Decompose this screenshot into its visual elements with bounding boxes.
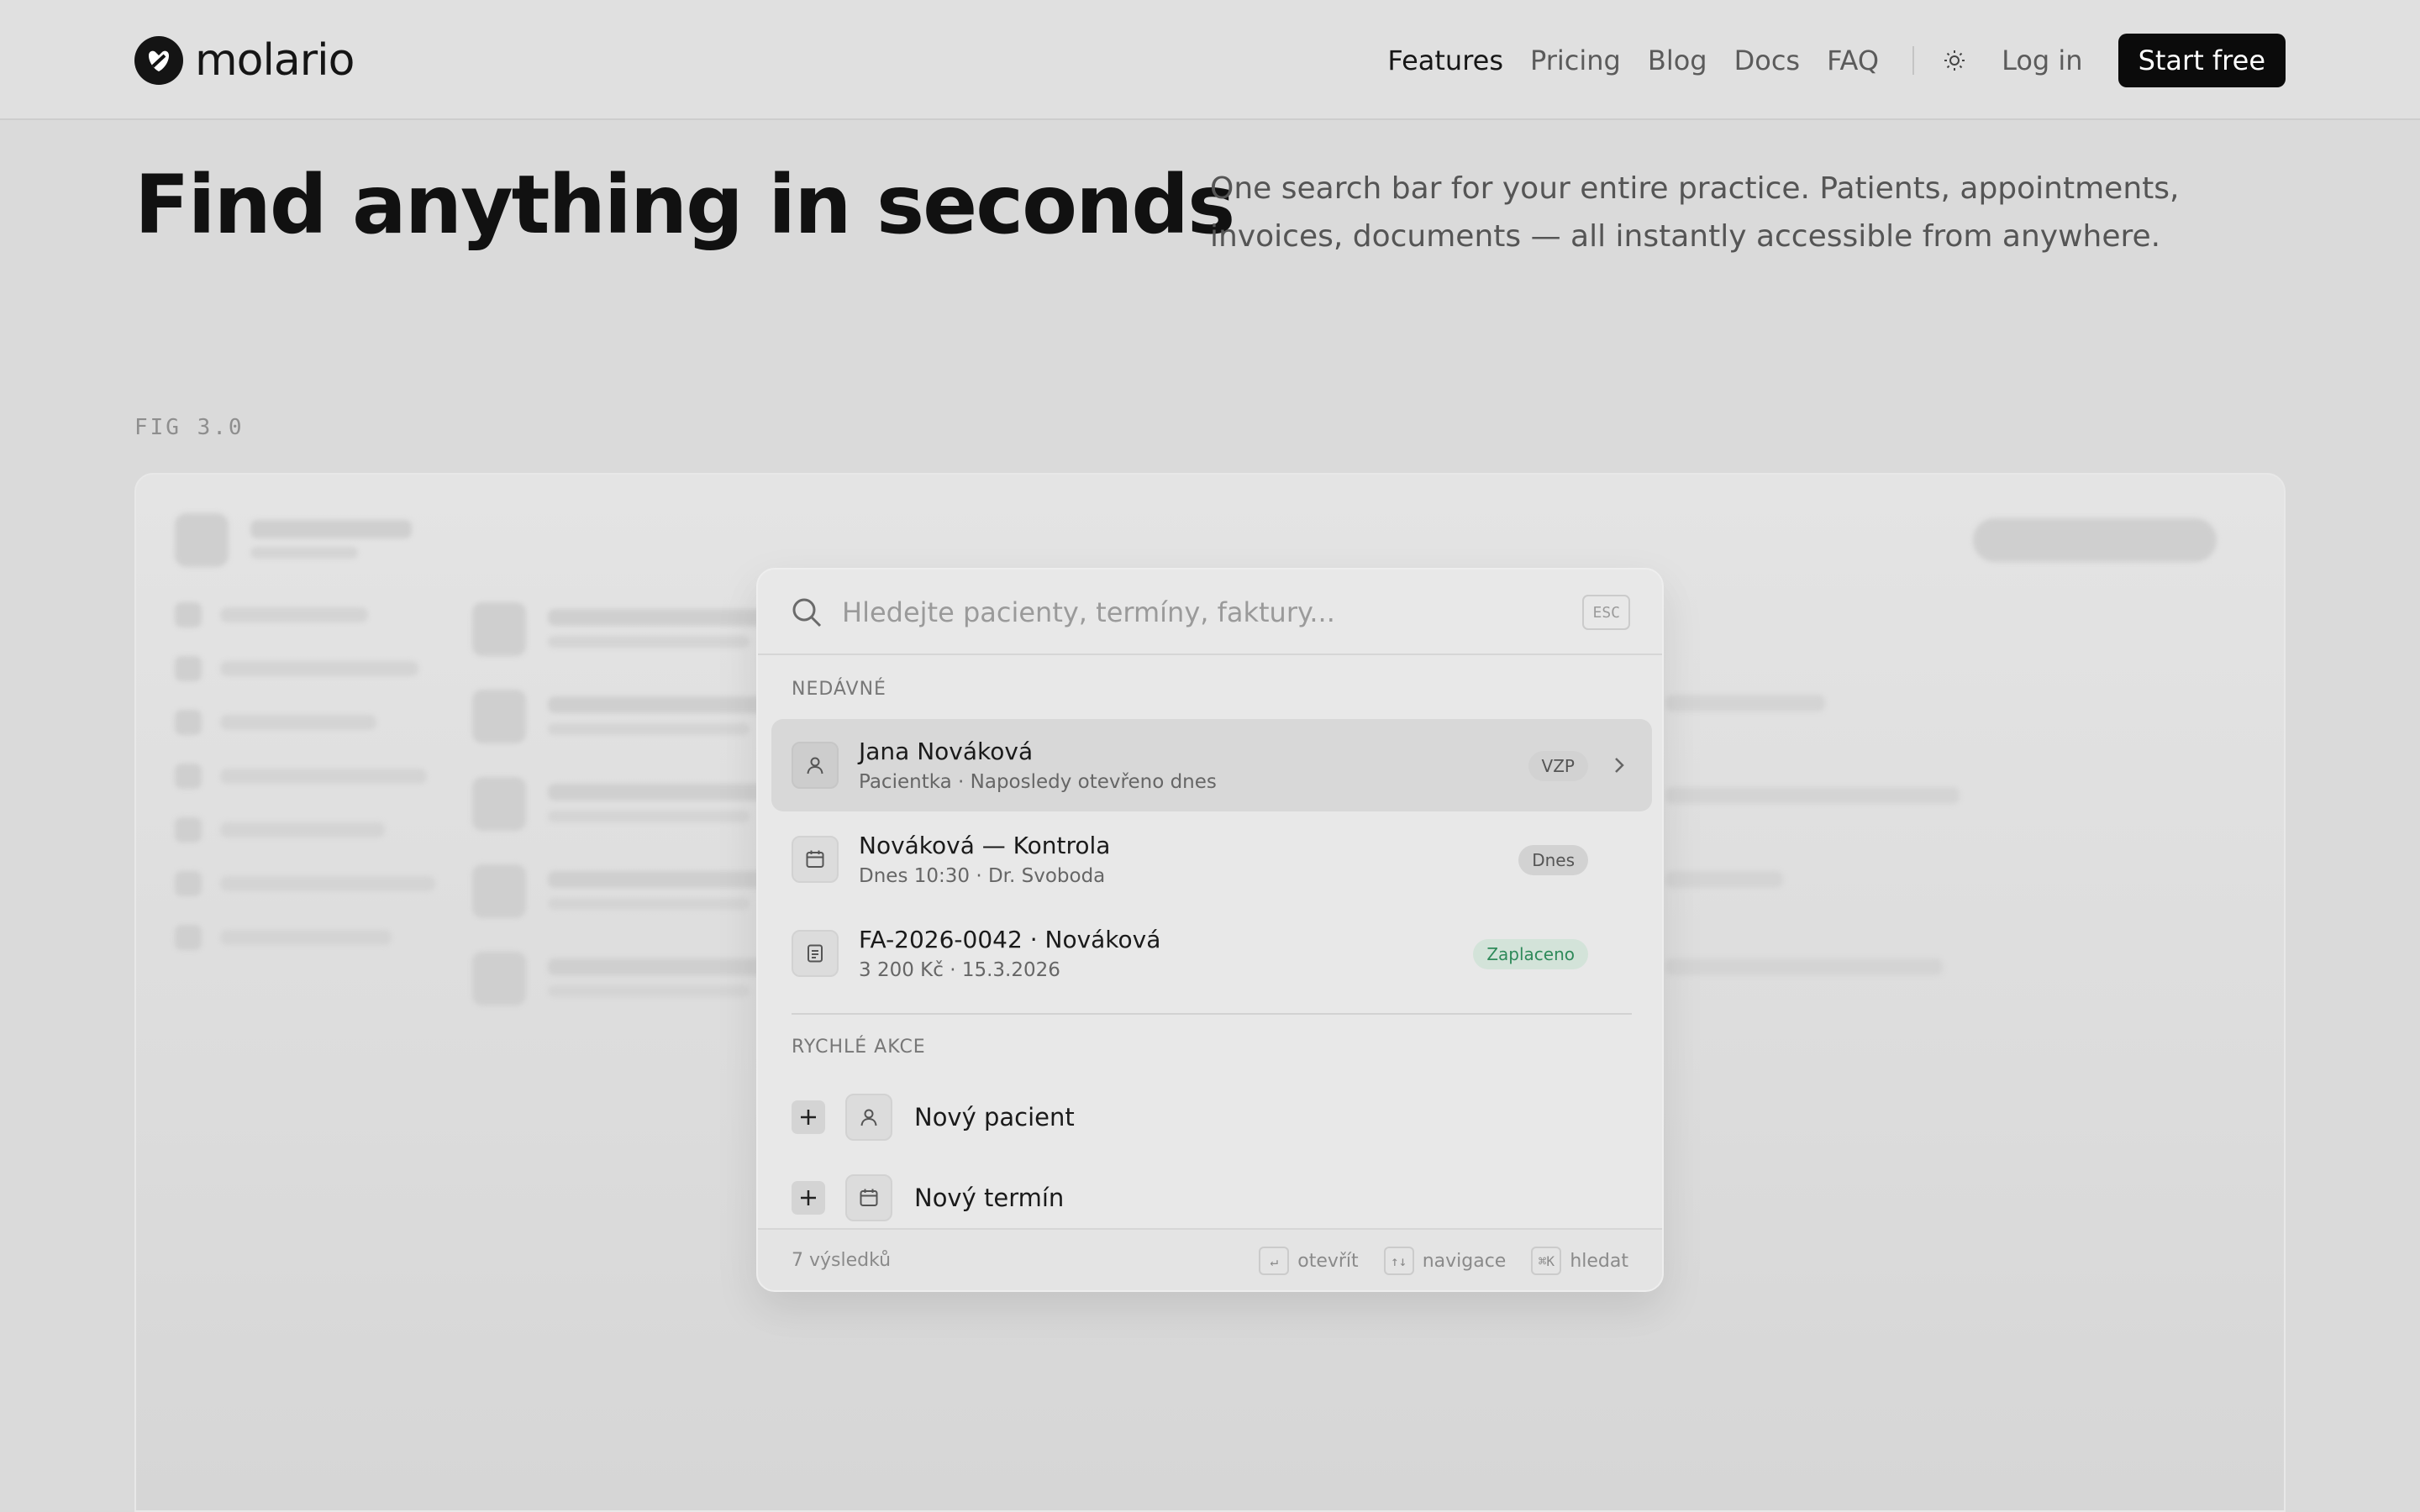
recent-item-subtitle: Dnes 10:30 · Dr. Svoboda (859, 865, 1106, 887)
action-new-patient[interactable]: Nový pacient (792, 1090, 1632, 1144)
hint-open: ↵ otevřít (1259, 1247, 1359, 1275)
recent-item-title: FA-2026-0042 · Nováková (859, 926, 1161, 953)
hint-search: ⌘K hledat (1531, 1247, 1628, 1275)
insurance-badge: VZP (1528, 751, 1588, 781)
recent-section-title: NEDÁVNÉ (792, 679, 886, 700)
hero-title: Find anything in seconds (134, 158, 1235, 252)
recent-item-title: Nováková — Kontrola (859, 832, 1111, 859)
nav-link-docs[interactable]: Docs (1734, 45, 1800, 76)
logo-mark-icon (134, 36, 183, 85)
recent-item-title: Jana Nováková (859, 738, 1034, 765)
action-new-appointment[interactable]: Nový termín (792, 1171, 1632, 1225)
top-navigation: molario Features Pricing Blog Docs FAQ L… (0, 0, 2420, 120)
brand-logo[interactable]: molario (134, 35, 355, 86)
theme-toggle-sun-icon[interactable] (1938, 44, 1971, 77)
keyboard-hints: ↵ otevřít ↑↓ navigace ⌘K hledat (1234, 1247, 1628, 1275)
palette-footer: 7 výsledků ↵ otevřít ↑↓ navigace ⌘K hled… (758, 1228, 1662, 1290)
start-free-button[interactable]: Start free (2118, 33, 2286, 87)
arrows-key-icon: ↑↓ (1383, 1247, 1414, 1275)
nav-link-pricing[interactable]: Pricing (1530, 45, 1621, 76)
recent-item-appointment[interactable]: Nováková — Kontrola Dnes 10:30 · Dr. Svo… (771, 813, 1652, 906)
nav-link-blog[interactable]: Blog (1648, 45, 1707, 76)
search-icon (790, 596, 823, 633)
recent-item-invoice[interactable]: FA-2026-0042 · Nováková 3 200 Kč · 15.3.… (771, 907, 1652, 1000)
plus-icon (792, 1100, 825, 1134)
action-label: Nový pacient (914, 1103, 1075, 1131)
search-input[interactable] (842, 591, 1514, 633)
recent-item-subtitle: 3 200 Kč · 15.3.2026 (859, 959, 1060, 981)
user-icon (792, 742, 839, 789)
action-label: Nový termín (914, 1184, 1065, 1212)
user-icon (845, 1094, 892, 1141)
enter-key-icon: ↵ (1259, 1247, 1290, 1275)
quick-actions-section-title: RYCHLÉ AKCE (792, 1037, 926, 1058)
recent-item-patient[interactable]: Jana Nováková Pacientka · Naposledy otev… (771, 719, 1652, 811)
calendar-icon (792, 836, 839, 883)
brand-name: molario (195, 35, 355, 86)
paid-status-badge: Zaplaceno (1473, 939, 1588, 969)
hint-navigate: ↑↓ navigace (1383, 1247, 1507, 1275)
hint-label: otevřít (1297, 1250, 1359, 1272)
command-palette: ESC NEDÁVNÉ Jana Nováková Pacientka · Na… (756, 568, 1664, 1292)
hero-subtitle: One search bar for your entire practice.… (1210, 171, 2180, 254)
nav-divider (1912, 45, 1915, 75)
plus-icon (792, 1181, 825, 1215)
hint-label: navigace (1422, 1250, 1507, 1272)
figure-label: FIG 3.0 (134, 415, 245, 440)
section-divider (792, 1013, 1632, 1015)
hint-label: hledat (1570, 1250, 1628, 1272)
search-bar: ESC (758, 570, 1662, 655)
result-count: 7 výsledků (792, 1250, 892, 1271)
nav-link-faq[interactable]: FAQ (1827, 45, 1879, 76)
recent-item-subtitle: Pacientka · Naposledy otevřeno dnes (859, 771, 1217, 793)
nav-link-features[interactable]: Features (1387, 45, 1503, 76)
date-badge: Dnes (1518, 845, 1588, 875)
esc-key-hint[interactable]: ESC (1582, 595, 1630, 630)
chevron-right-icon (1610, 753, 1628, 781)
login-link[interactable]: Log in (2002, 45, 2083, 76)
command-k-key-icon: ⌘K (1531, 1247, 1562, 1275)
calendar-icon (845, 1174, 892, 1221)
nav-links: Features Pricing Blog Docs FAQ Log in St… (1387, 0, 2420, 120)
invoice-icon (792, 930, 839, 977)
